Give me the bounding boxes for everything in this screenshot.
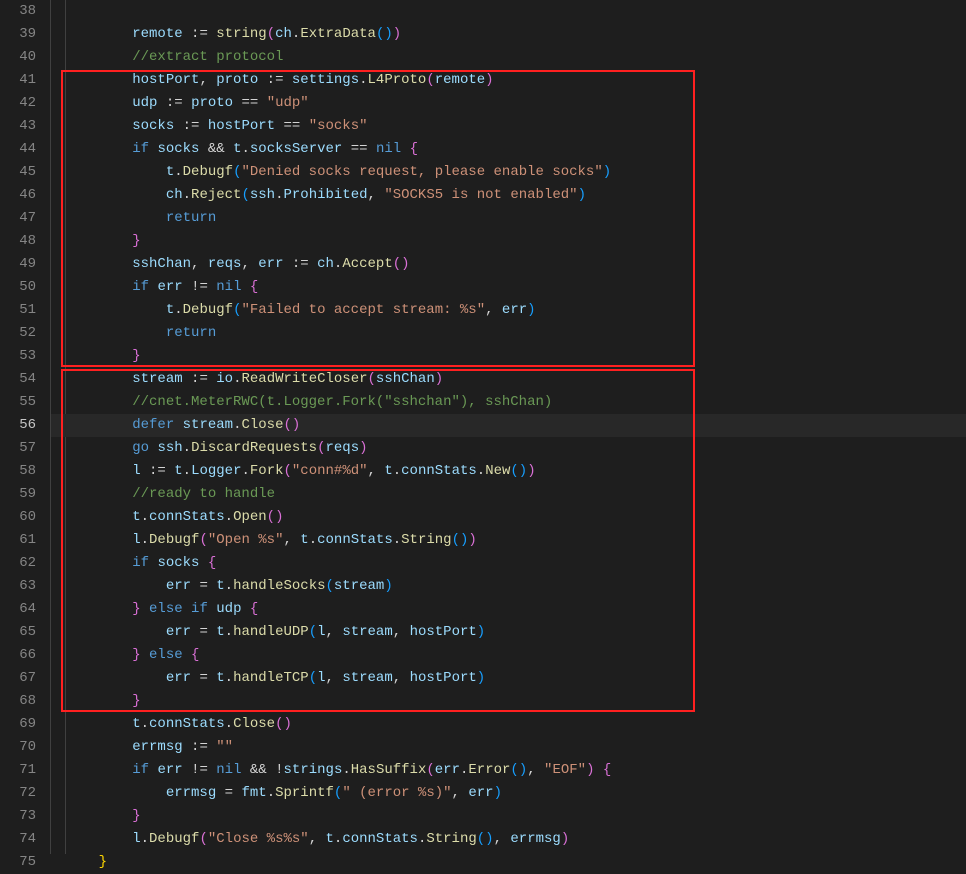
code-line[interactable]: //ready to handle <box>51 483 966 506</box>
code-line[interactable]: } else { <box>51 644 966 667</box>
code-line[interactable]: sshChan, reqs, err := ch.Accept() <box>51 253 966 276</box>
line-number[interactable]: 67 <box>0 667 36 690</box>
code-line[interactable]: go ssh.DiscardRequests(reqs) <box>51 437 966 460</box>
line-number[interactable]: 39 <box>0 23 36 46</box>
code-line[interactable]: if socks { <box>51 552 966 575</box>
code-line[interactable]: t.Debugf("Denied socks request, please e… <box>51 161 966 184</box>
code-line[interactable]: errmsg := "" <box>51 736 966 759</box>
line-number[interactable]: 48 <box>0 230 36 253</box>
code-line[interactable]: err = t.handleTCP(l, stream, hostPort) <box>51 667 966 690</box>
code-line[interactable]: l.Debugf("Close %s%s", t.connStats.Strin… <box>51 828 966 851</box>
code-line[interactable]: if err != nil { <box>51 276 966 299</box>
line-number[interactable]: 72 <box>0 782 36 805</box>
line-number[interactable]: 74 <box>0 828 36 851</box>
code-line[interactable]: hostPort, proto := settings.L4Proto(remo… <box>51 69 966 92</box>
line-number[interactable]: 55 <box>0 391 36 414</box>
line-number[interactable]: 43 <box>0 115 36 138</box>
line-number[interactable]: 38 <box>0 0 36 23</box>
line-number[interactable]: 47 <box>0 207 36 230</box>
line-number[interactable]: 64 <box>0 598 36 621</box>
code-line[interactable]: udp := proto == "udp" <box>51 92 966 115</box>
line-number[interactable]: 73 <box>0 805 36 828</box>
line-number[interactable]: 42 <box>0 92 36 115</box>
code-line[interactable]: l := t.Logger.Fork("conn#%d", t.connStat… <box>51 460 966 483</box>
code-line[interactable]: stream := io.ReadWriteCloser(sshChan) <box>51 368 966 391</box>
code-line[interactable]: } <box>51 345 966 368</box>
code-line[interactable]: remote := string(ch.ExtraData()) <box>51 23 966 46</box>
code-content-area[interactable]: remote := string(ch.ExtraData()) //extra… <box>50 0 966 854</box>
line-number[interactable]: 57 <box>0 437 36 460</box>
line-number[interactable]: 45 <box>0 161 36 184</box>
code-line[interactable]: return <box>51 322 966 345</box>
line-number[interactable]: 51 <box>0 299 36 322</box>
code-line[interactable]: ch.Reject(ssh.Prohibited, "SOCKS5 is not… <box>51 184 966 207</box>
code-line[interactable]: t.connStats.Open() <box>51 506 966 529</box>
line-number[interactable]: 61 <box>0 529 36 552</box>
line-number[interactable]: 46 <box>0 184 36 207</box>
line-number[interactable]: 69 <box>0 713 36 736</box>
code-line[interactable]: t.connStats.Close() <box>51 713 966 736</box>
line-number[interactable]: 41 <box>0 69 36 92</box>
line-number[interactable]: 70 <box>0 736 36 759</box>
code-line[interactable]: } <box>51 690 966 713</box>
line-number[interactable]: 54 <box>0 368 36 391</box>
line-number[interactable]: 44 <box>0 138 36 161</box>
line-number[interactable]: 68 <box>0 690 36 713</box>
code-line[interactable]: l.Debugf("Open %s", t.connStats.String()… <box>51 529 966 552</box>
code-line[interactable]: return <box>51 207 966 230</box>
code-line[interactable]: if socks && t.socksServer == nil { <box>51 138 966 161</box>
code-editor[interactable]: 3839404142434445464748495051525354555657… <box>0 0 966 854</box>
code-line[interactable]: } <box>51 230 966 253</box>
code-line[interactable]: //cnet.MeterRWC(t.Logger.Fork("sshchan")… <box>51 391 966 414</box>
code-line[interactable]: } <box>51 805 966 828</box>
code-line[interactable]: } else if udp { <box>51 598 966 621</box>
line-number[interactable]: 59 <box>0 483 36 506</box>
line-number[interactable]: 40 <box>0 46 36 69</box>
code-line[interactable] <box>51 0 966 23</box>
line-number[interactable]: 62 <box>0 552 36 575</box>
line-number[interactable]: 75 <box>0 851 36 874</box>
line-number[interactable]: 50 <box>0 276 36 299</box>
code-line[interactable]: err = t.handleUDP(l, stream, hostPort) <box>51 621 966 644</box>
line-number-gutter[interactable]: 3839404142434445464748495051525354555657… <box>0 0 50 854</box>
line-number[interactable]: 65 <box>0 621 36 644</box>
line-number[interactable]: 49 <box>0 253 36 276</box>
code-line[interactable]: socks := hostPort == "socks" <box>51 115 966 138</box>
line-number[interactable]: 56 <box>0 414 36 437</box>
code-line[interactable]: t.Debugf("Failed to accept stream: %s", … <box>51 299 966 322</box>
code-line[interactable]: //extract protocol <box>51 46 966 69</box>
code-line[interactable]: errmsg = fmt.Sprintf(" (error %s)", err) <box>51 782 966 805</box>
line-number[interactable]: 58 <box>0 460 36 483</box>
line-number[interactable]: 66 <box>0 644 36 667</box>
line-number[interactable]: 63 <box>0 575 36 598</box>
line-number[interactable]: 60 <box>0 506 36 529</box>
line-number[interactable]: 53 <box>0 345 36 368</box>
code-line[interactable]: defer stream.Close() <box>51 414 966 437</box>
code-line[interactable]: err = t.handleSocks(stream) <box>51 575 966 598</box>
code-line[interactable]: if err != nil && !strings.HasSuffix(err.… <box>51 759 966 782</box>
code-line[interactable]: } <box>51 851 966 874</box>
line-number[interactable]: 52 <box>0 322 36 345</box>
line-number[interactable]: 71 <box>0 759 36 782</box>
